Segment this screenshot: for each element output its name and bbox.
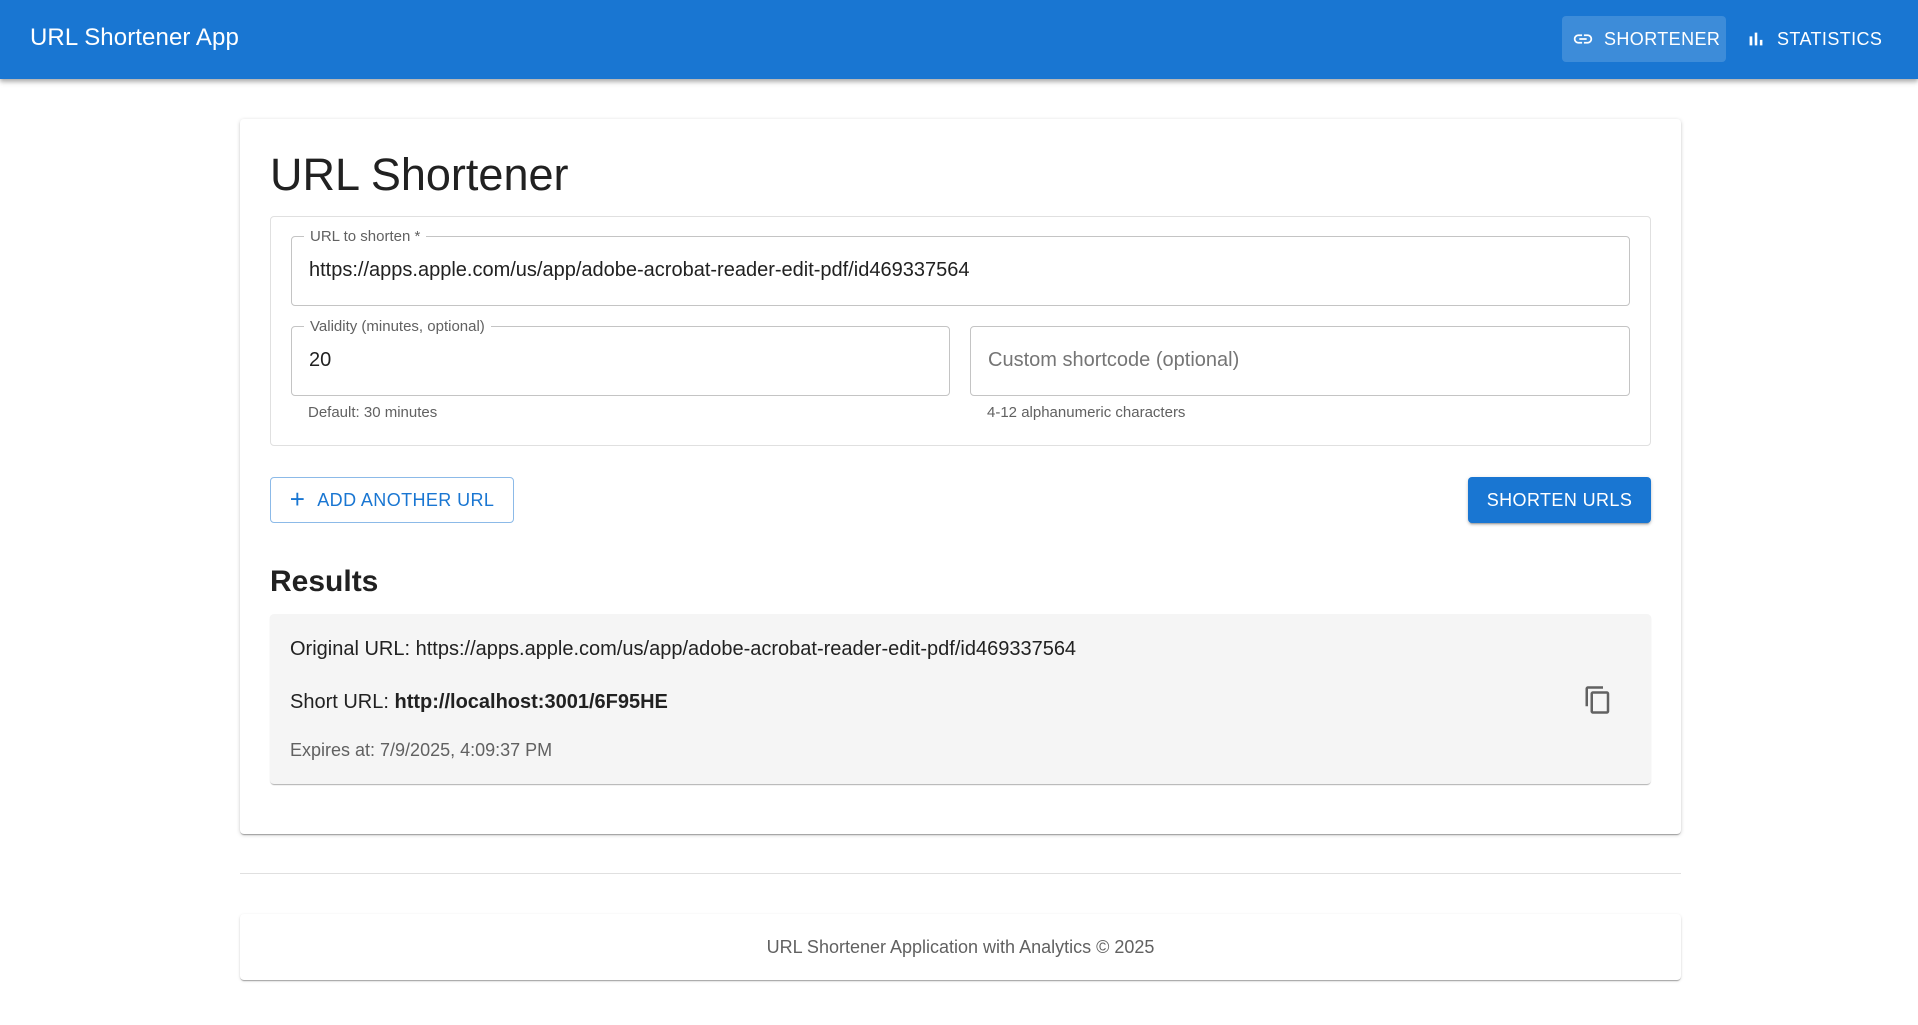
short-url-line: Short URL: http://localhost:3001/6F95HE: [290, 691, 668, 714]
nav-statistics-label: STATISTICS: [1777, 28, 1883, 49]
url-input-value: https://apps.apple.com/us/app/adobe-acro…: [309, 259, 970, 281]
shortcode-input-placeholder: Custom shortcode (optional): [988, 349, 1240, 371]
result-item: Original URL: https://apps.apple.com/us/…: [270, 614, 1651, 784]
copy-icon: [1583, 685, 1613, 720]
validity-input-value: 20: [309, 349, 332, 371]
add-another-url-button[interactable]: + ADD ANOTHER URL: [270, 477, 514, 523]
shortcode-helper-text: 4-12 alphanumeric characters: [987, 404, 1186, 421]
footer: URL Shortener Application with Analytics…: [240, 914, 1681, 980]
link-icon: [1572, 28, 1594, 50]
nav-shortener-label: SHORTENER: [1604, 28, 1721, 49]
url-input[interactable]: URL to shorten * https://apps.apple.com/…: [291, 228, 1630, 306]
shortcode-input[interactable]: Custom shortcode (optional): [970, 326, 1630, 396]
short-url-label: Short URL:: [290, 691, 395, 713]
url-entry-group: URL to shorten * https://apps.apple.com/…: [270, 216, 1651, 446]
app-bar: URL Shortener App SHORTENER STATISTICS: [0, 0, 1918, 79]
nav-shortener-button[interactable]: SHORTENER: [1562, 16, 1726, 62]
app-title: URL Shortener App: [30, 24, 239, 51]
shortener-card: URL Shortener URL to shorten * https://a…: [240, 119, 1681, 834]
original-url-value: https://apps.apple.com/us/app/adobe-acro…: [415, 638, 1077, 660]
validity-helper-text: Default: 30 minutes: [308, 404, 438, 421]
add-another-url-label: ADD ANOTHER URL: [317, 489, 495, 510]
results-title: Results: [270, 565, 379, 598]
plus-icon: +: [289, 484, 306, 514]
bar-chart-icon: [1745, 28, 1767, 50]
shorten-urls-button[interactable]: SHORTEN URLS: [1468, 477, 1651, 523]
nav-statistics-button[interactable]: STATISTICS: [1735, 16, 1893, 62]
footer-divider: [240, 873, 1681, 874]
page-title: URL Shortener: [270, 149, 569, 200]
url-input-label: URL to shorten *: [304, 228, 427, 245]
expires-text: Expires at: 7/9/2025, 4:09:37 PM: [290, 740, 553, 760]
validity-input-label: Validity (minutes, optional): [304, 318, 491, 335]
copy-button[interactable]: [1576, 680, 1620, 724]
original-url-line: Original URL: https://apps.apple.com/us/…: [290, 638, 1076, 661]
original-url-label: Original URL:: [290, 638, 416, 660]
short-url-value[interactable]: http://localhost:3001/6F95HE: [394, 691, 667, 713]
validity-input[interactable]: Validity (minutes, optional) 20: [291, 318, 950, 396]
footer-text: URL Shortener Application with Analytics…: [766, 936, 1155, 957]
